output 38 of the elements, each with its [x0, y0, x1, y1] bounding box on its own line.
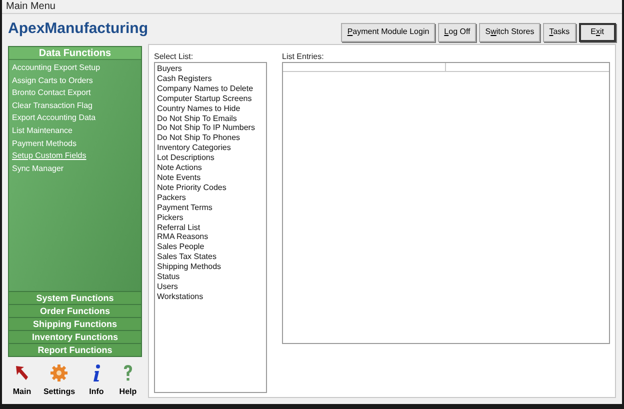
list-item[interactable]: Pickers: [157, 212, 264, 222]
shortcut-label[interactable]: Settings: [43, 386, 76, 398]
window-title: Main Menu: [2, 0, 622, 14]
shortcut-label[interactable]: Info: [89, 386, 104, 398]
list-item[interactable]: Referral List: [157, 222, 264, 232]
list-item[interactable]: Note Events: [157, 172, 264, 183]
app-title: ApexManufacturing: [8, 18, 150, 39]
toolbar-button[interactable]: Exit: [578, 22, 616, 42]
list-item[interactable]: Note Actions: [157, 163, 264, 173]
list-entries-label: List Entries:: [282, 51, 325, 62]
toolbar-button[interactable]: Switch Stores: [479, 22, 540, 42]
list-item[interactable]: Sales People: [157, 242, 264, 252]
list-item[interactable]: Do Not Ship To Phones: [157, 133, 264, 144]
list-item[interactable]: Company Names to Delete: [157, 84, 264, 94]
list-item[interactable]: Packers: [157, 192, 264, 203]
toolbar-button[interactable]: Log Off: [438, 22, 476, 42]
list-item[interactable]: Buyers: [157, 64, 264, 74]
list-item[interactable]: Do Not Ship To Emails: [157, 114, 264, 124]
toolbar-button[interactable]: Payment Module Login: [341, 22, 436, 42]
list-item[interactable]: Sales Tax States: [157, 252, 264, 262]
shortcut-label[interactable]: Main: [12, 386, 32, 398]
list-item[interactable]: Status: [157, 272, 264, 282]
list-item[interactable]: Users: [157, 282, 264, 292]
list-item[interactable]: Inventory Categories: [157, 143, 264, 154]
list-item[interactable]: Computer Startup Screens: [157, 94, 264, 104]
list-item[interactable]: Note Priority Codes: [157, 182, 264, 193]
select-list-label: Select List:: [154, 51, 194, 62]
shortcut-label[interactable]: Help: [119, 386, 137, 398]
list-item[interactable]: Country Names to Hide: [157, 104, 264, 114]
list-item[interactable]: Payment Terms: [157, 202, 264, 213]
list-item[interactable]: RMA Reasons: [157, 232, 264, 242]
list-item[interactable]: Lot Descriptions: [157, 153, 264, 164]
list-item[interactable]: Do Not Ship To IP Numbers: [157, 123, 264, 134]
list-item[interactable]: Cash Registers: [157, 74, 264, 84]
list-item[interactable]: Workstations: [157, 292, 264, 302]
toolbar-button[interactable]: Tasks: [543, 22, 576, 42]
select-listbox[interactable]: [154, 62, 267, 393]
list-item[interactable]: Shipping Methods: [157, 262, 264, 272]
